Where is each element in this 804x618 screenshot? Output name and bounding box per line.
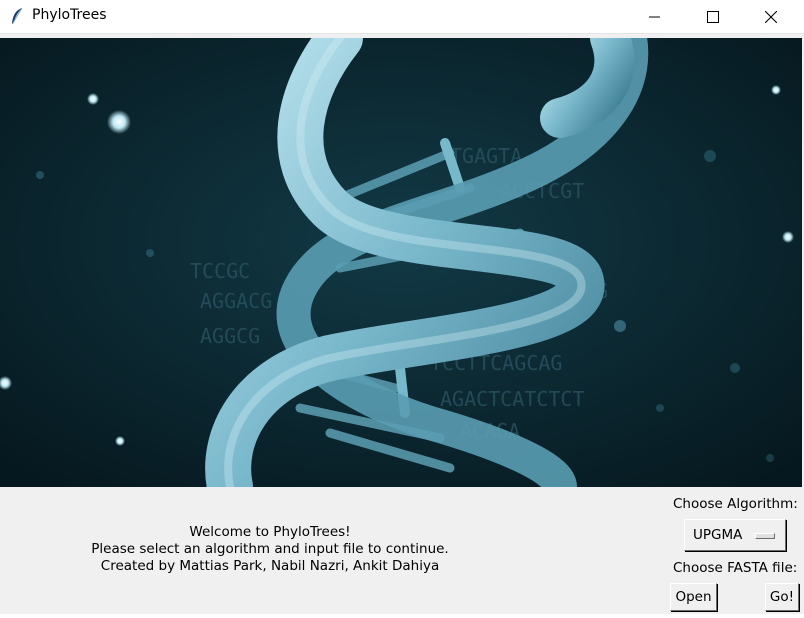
- go-button[interactable]: Go!: [765, 583, 799, 611]
- svg-text:AGACTCATCTCT: AGACTCATCTCT: [440, 387, 585, 411]
- feather-icon: [12, 7, 23, 24]
- close-icon: [765, 10, 777, 23]
- fasta-label: Choose FASTA file:: [673, 560, 798, 576]
- welcome-line-title: Welcome to PhyloTrees!: [189, 524, 351, 540]
- svg-text:TCCGC: TCCGC: [190, 259, 250, 283]
- option-menu-indicator-icon: [755, 533, 775, 539]
- control-panel: Welcome to PhyloTrees! Please select an …: [0, 487, 804, 618]
- algorithm-label: Choose Algorithm:: [673, 496, 798, 512]
- algorithm-select[interactable]: UPGMA: [684, 519, 786, 551]
- welcome-message: Welcome to PhyloTrees! Please select an …: [60, 524, 480, 575]
- open-file-button[interactable]: Open: [670, 583, 717, 611]
- window-title: PhyloTrees: [32, 7, 107, 23]
- welcome-line-credits: Created by Mattias Park, Nabil Nazri, An…: [100, 558, 440, 574]
- welcome-line-instructions: Please select an algorithm and input fil…: [91, 541, 449, 557]
- minimize-icon: [649, 16, 660, 17]
- svg-text:AGGCG: AGGCG: [200, 324, 260, 348]
- title-bar: PhyloTrees: [0, 0, 804, 34]
- minimize-button[interactable]: [632, 0, 678, 33]
- dna-helix-image: TGAGTA ACCTCGT TCCGC AGGACG ATGG AGGCG T…: [0, 38, 802, 487]
- window-bottom-border: [0, 614, 804, 618]
- maximize-button[interactable]: [690, 0, 736, 33]
- algorithm-selected-value: UPGMA: [693, 527, 743, 543]
- svg-text:AGGACG: AGGACG: [200, 289, 272, 313]
- maximize-icon: [707, 10, 719, 23]
- close-button[interactable]: [748, 0, 794, 33]
